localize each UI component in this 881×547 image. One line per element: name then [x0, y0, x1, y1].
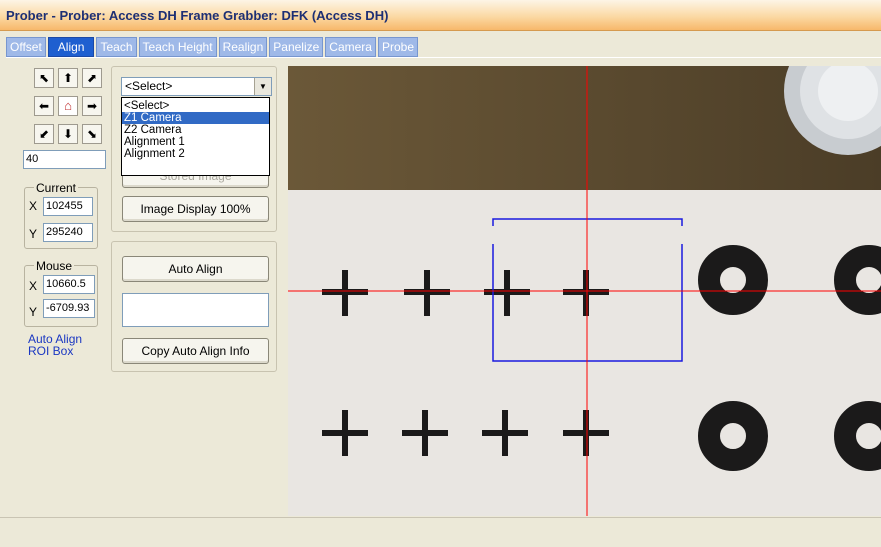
- auto-align-info-textbox[interactable]: [122, 293, 269, 327]
- jog-up-button[interactable]: ⬆: [58, 68, 78, 88]
- tab-realign[interactable]: Realign: [218, 37, 268, 57]
- tab-strip: Offset Align Teach Teach Height Realign …: [6, 37, 419, 57]
- camera-select[interactable]: <Select> ▼: [121, 77, 272, 96]
- mouse-y-label: Y: [29, 305, 38, 319]
- jog-left-button[interactable]: ⬅: [34, 96, 54, 116]
- auto-align-button[interactable]: Auto Align: [122, 256, 269, 282]
- camera-image: [288, 66, 881, 516]
- image-display-button[interactable]: Image Display 100%: [122, 196, 269, 222]
- current-x-label: X: [29, 199, 38, 213]
- tab-camera[interactable]: Camera: [325, 37, 376, 57]
- camera-view[interactable]: [288, 66, 881, 516]
- jog-right-button[interactable]: ➡: [82, 96, 102, 116]
- tab-teach[interactable]: Teach: [96, 37, 137, 57]
- sample-surface: [288, 190, 881, 516]
- option-select[interactable]: <Select>: [122, 100, 269, 112]
- current-x-value: 102455: [43, 197, 93, 216]
- option-alignment-2[interactable]: Alignment 2: [122, 148, 269, 160]
- mouse-group-title: Mouse: [34, 259, 75, 273]
- current-y-value: 295240: [43, 223, 93, 242]
- copy-auto-align-info-button[interactable]: Copy Auto Align Info: [122, 338, 269, 364]
- window-title: Prober - Prober: Access DH Frame Grabber…: [6, 8, 389, 23]
- title-bar: Prober - Prober: Access DH Frame Grabber…: [0, 0, 881, 31]
- jog-up-right-button[interactable]: ⬈: [82, 68, 102, 88]
- status-bar: [0, 517, 881, 547]
- mouse-x-label: X: [29, 279, 38, 293]
- current-y-label: Y: [29, 227, 38, 241]
- roi-link-line2: ROI Box: [28, 344, 74, 358]
- jog-down-button[interactable]: ⬇: [58, 124, 78, 144]
- house-icon[interactable]: ⌂: [58, 96, 78, 116]
- option-alignment-1[interactable]: Alignment 1: [122, 136, 269, 148]
- roi-box-link[interactable]: Auto Align ROI Box: [28, 333, 82, 357]
- tab-teach-height[interactable]: Teach Height: [138, 37, 217, 57]
- jog-down-left-button[interactable]: ⬋: [34, 124, 54, 144]
- camera-dropdown-list: <Select> Z1 Camera Z2 Camera Alignment 1…: [121, 97, 270, 176]
- mouse-x-value: 10660.5: [43, 275, 95, 294]
- option-z2-camera[interactable]: Z2 Camera: [122, 124, 269, 136]
- mouse-y-value: -6709.93: [43, 299, 95, 318]
- tab-probe[interactable]: Probe: [377, 37, 419, 57]
- current-group-title: Current: [34, 181, 79, 195]
- step-size-input[interactable]: 40: [23, 150, 106, 169]
- jog-down-right-button[interactable]: ⬊: [82, 124, 102, 144]
- tab-offset[interactable]: Offset: [6, 37, 46, 57]
- chevron-down-icon[interactable]: ▼: [254, 78, 271, 95]
- option-z1-camera[interactable]: Z1 Camera: [122, 112, 269, 124]
- jog-up-left-button[interactable]: ⬉: [34, 68, 54, 88]
- camera-select-value: <Select>: [125, 79, 173, 93]
- tab-align[interactable]: Align: [47, 37, 95, 57]
- tab-panelize[interactable]: Panelize: [269, 37, 324, 57]
